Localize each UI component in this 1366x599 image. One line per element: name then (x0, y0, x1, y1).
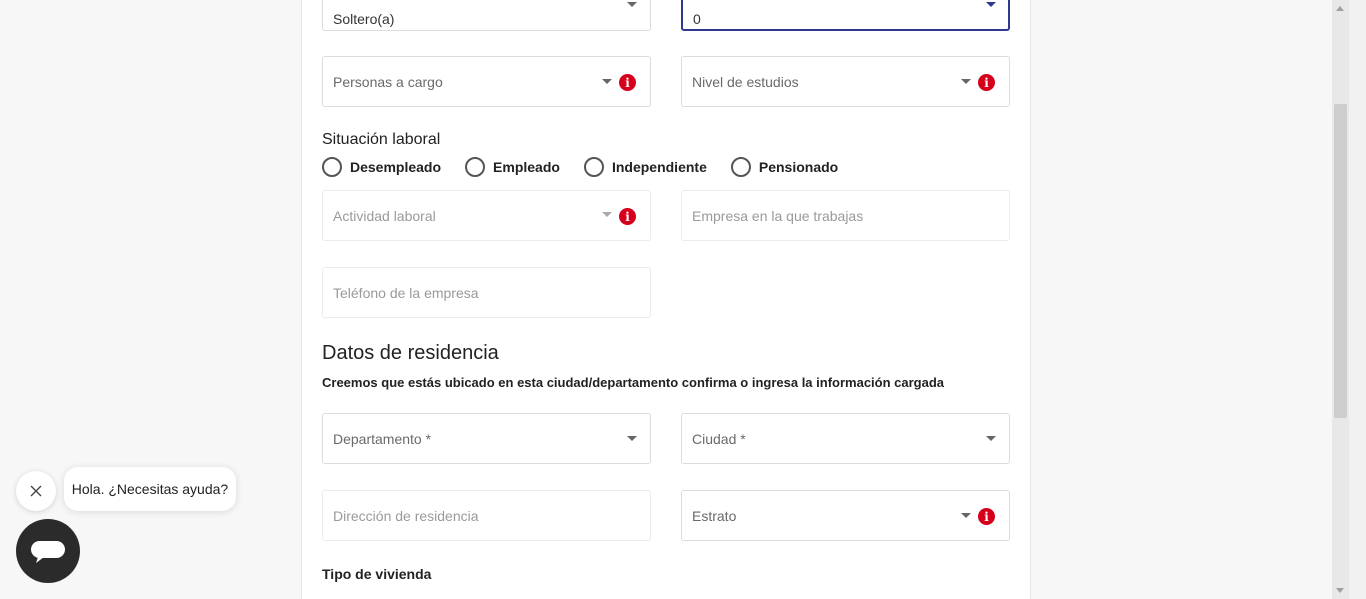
city-placeholder: Ciudad * (692, 430, 746, 447)
chat-close-button[interactable] (16, 471, 56, 511)
chevron-down-icon (602, 79, 612, 84)
scroll-down-arrow-icon[interactable] (1336, 588, 1344, 593)
radio-label: Pensionado (758, 159, 839, 175)
dependents-placeholder: Personas a cargo (333, 73, 443, 90)
company-placeholder: Empresa en la que trabajas (692, 207, 864, 224)
company-phone-input[interactable]: Teléfono de la empresa (322, 267, 651, 318)
residence-title: Datos de residencia (322, 342, 499, 364)
radio-label: Independiente (611, 159, 707, 175)
stratum-placeholder: Estrato (692, 507, 737, 524)
marital-status-select[interactable]: Soltero(a) (322, 0, 651, 31)
children-value: 0 (693, 10, 701, 27)
children-select[interactable]: 0 (681, 0, 1010, 31)
radio-circle[interactable] (465, 157, 486, 177)
stratum-select[interactable]: Estrato i (681, 490, 1010, 541)
radio-desempleado[interactable]: Desempleado (322, 157, 441, 177)
chevron-down-icon (986, 2, 996, 7)
info-icon[interactable]: i (978, 508, 995, 525)
close-icon (30, 485, 42, 497)
chevron-down-icon (627, 2, 637, 7)
education-placeholder: Nivel de estudios (692, 73, 799, 90)
radio-empleado[interactable]: Empleado (465, 157, 560, 177)
chat-greeting-bubble[interactable]: Hola. ¿Necesitas ayuda? (64, 467, 236, 511)
radio-circle[interactable] (322, 157, 342, 177)
radio-circle[interactable] (730, 157, 751, 177)
chevron-down-icon (986, 436, 996, 441)
activity-placeholder: Actividad laboral (333, 207, 436, 224)
activity-select[interactable]: Actividad laboral i (322, 190, 651, 241)
chevron-down-icon (627, 436, 637, 441)
marital-status-value: Soltero(a) (333, 10, 395, 27)
department-select[interactable]: Departamento * (322, 413, 651, 464)
scroll-up-arrow-icon[interactable] (1336, 6, 1344, 11)
address-input[interactable]: Dirección de residencia (322, 490, 651, 541)
radio-independiente[interactable]: Independiente (583, 157, 707, 177)
residence-note: Creemos que estás ubicado en esta ciudad… (322, 375, 945, 390)
chat-launcher-button[interactable] (16, 519, 80, 583)
department-placeholder: Departamento * (333, 430, 432, 447)
housing-type-label: Tipo de vivienda (322, 566, 432, 582)
city-select[interactable]: Ciudad * (681, 413, 1010, 464)
company-phone-placeholder: Teléfono de la empresa (333, 284, 479, 301)
radio-circle[interactable] (583, 157, 604, 177)
info-icon[interactable]: i (978, 74, 995, 91)
chevron-down-icon (602, 212, 612, 217)
info-icon[interactable]: i (619, 74, 636, 91)
address-placeholder: Dirección de residencia (333, 507, 479, 524)
radio-label: Empleado (493, 159, 560, 175)
radio-pensionado[interactable]: Pensionado (730, 157, 839, 177)
chevron-down-icon (961, 513, 971, 518)
chat-icon (31, 541, 65, 563)
employment-title: Situación laboral (322, 131, 441, 148)
chevron-down-icon (961, 79, 971, 84)
radio-label: Desempleado (350, 159, 442, 175)
dependents-select[interactable]: Personas a cargo i (322, 56, 651, 107)
chat-greeting-text: Hola. ¿Necesitas ayuda? (71, 481, 229, 497)
scrollbar-thumb[interactable] (1334, 104, 1347, 418)
employment-radio-group: Desempleado Empleado Independiente Pensi… (322, 157, 862, 177)
company-input[interactable]: Empresa en la que trabajas (681, 190, 1010, 241)
info-icon[interactable]: i (619, 208, 636, 225)
education-select[interactable]: Nivel de estudios i (681, 56, 1010, 107)
